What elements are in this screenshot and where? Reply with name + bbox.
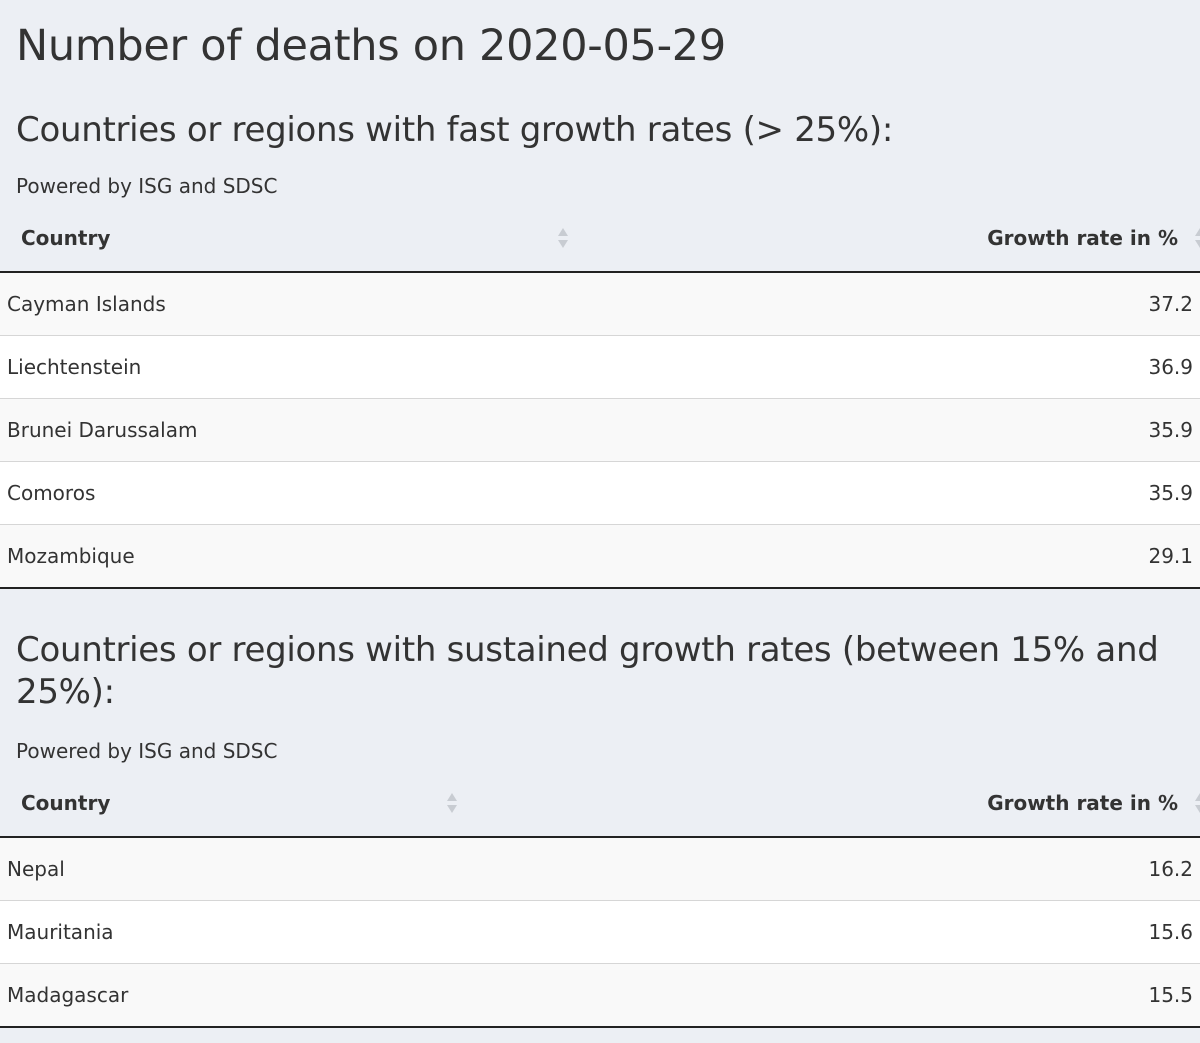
cell-growth-rate: 36.9	[600, 335, 1200, 399]
cell-country: Brunei Darussalam	[0, 398, 600, 462]
cell-country: Mauritania	[0, 900, 600, 964]
column-header-label: Country	[21, 791, 111, 815]
table-row: Comoros 35.9	[0, 461, 1200, 525]
data-table: Country Growth rate in %	[0, 205, 1200, 589]
data-table: Country Growth rate in %	[0, 770, 1200, 1028]
fast-growth-table: Country Growth rate in % Cayman Islands …	[0, 205, 1200, 589]
table-header-row: Country Growth rate in %	[0, 205, 1200, 273]
sort-both-icon[interactable]	[1194, 791, 1200, 815]
cell-country: Cayman Islands	[0, 272, 600, 336]
cell-country: Comoros	[0, 461, 600, 525]
cell-country: Mozambique	[0, 524, 600, 589]
column-header-country[interactable]: Country	[0, 205, 600, 273]
cell-growth-rate: 35.9	[600, 398, 1200, 462]
cell-growth-rate: 15.5	[600, 963, 1200, 1028]
sustained-growth-table: Country Growth rate in % Nepal 16.2 Maur…	[0, 770, 1200, 1028]
column-header-label: Country	[21, 226, 111, 250]
table-row: Liechtenstein 36.9	[0, 335, 1200, 399]
cell-growth-rate: 35.9	[600, 461, 1200, 525]
cell-growth-rate: 37.2	[600, 272, 1200, 336]
table-row: Mozambique 29.1	[0, 524, 1200, 589]
cell-growth-rate: 15.6	[600, 900, 1200, 964]
table-header-row: Country Growth rate in %	[0, 770, 1200, 838]
column-header-label: Growth rate in %	[987, 226, 1178, 250]
powered-by-note: Powered by ISG and SDSC	[16, 174, 278, 198]
cell-growth-rate: 29.1	[600, 524, 1200, 589]
cell-country: Madagascar	[0, 963, 600, 1028]
sort-both-icon[interactable]	[1194, 226, 1200, 250]
powered-by-note: Powered by ISG and SDSC	[16, 739, 278, 763]
table-row: Cayman Islands 37.2	[0, 272, 1200, 336]
cell-growth-rate: 16.2	[600, 837, 1200, 901]
table-row: Mauritania 15.6	[0, 900, 1200, 964]
table-row: Madagascar 15.5	[0, 963, 1200, 1028]
cell-country: Liechtenstein	[0, 335, 600, 399]
section-heading-sustained-growth: Countries or regions with sustained grow…	[16, 630, 1159, 712]
table-row: Nepal 16.2	[0, 837, 1200, 901]
sort-both-icon[interactable]	[557, 226, 569, 250]
column-header-growth-rate[interactable]: Growth rate in %	[600, 770, 1200, 838]
table-row: Brunei Darussalam 35.9	[0, 398, 1200, 462]
column-header-label: Growth rate in %	[987, 791, 1178, 815]
cell-country: Nepal	[0, 837, 600, 901]
page: Number of deaths on 2020-05-29 Countries…	[0, 0, 1200, 1043]
page-title: Number of deaths on 2020-05-29	[16, 21, 726, 71]
sort-both-icon[interactable]	[446, 791, 458, 815]
column-header-country[interactable]: Country	[0, 770, 600, 838]
column-header-growth-rate[interactable]: Growth rate in %	[600, 205, 1200, 273]
section-heading-fast-growth: Countries or regions with fast growth ra…	[16, 110, 894, 150]
